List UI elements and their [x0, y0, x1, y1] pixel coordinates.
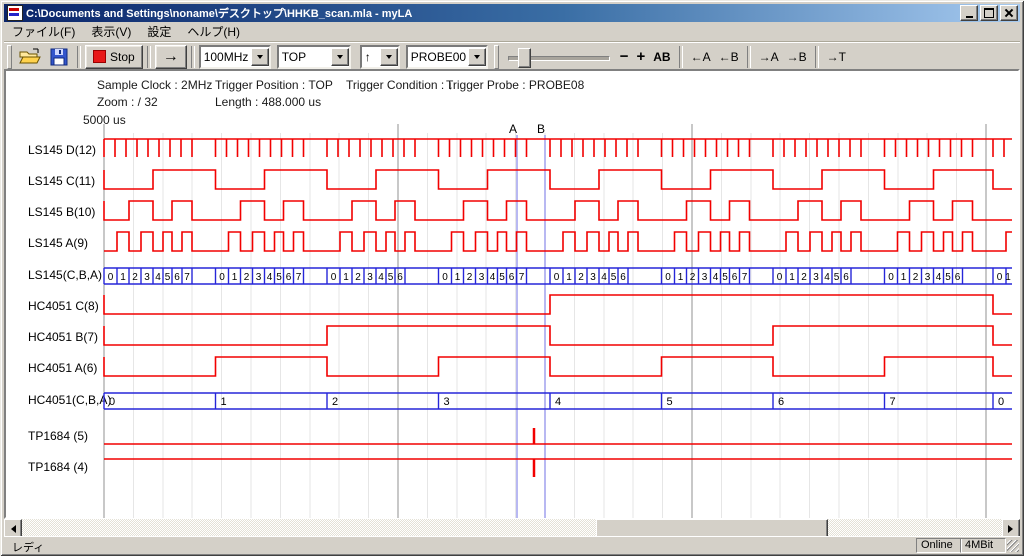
toolbar-separator	[747, 46, 751, 68]
combo-dropdown-button[interactable]	[380, 48, 398, 66]
status-online-badge: Online	[916, 538, 962, 553]
menu-file[interactable]: ファイル(F)	[4, 21, 83, 42]
combo-dropdown-button[interactable]	[331, 48, 349, 66]
zoom-slider-thumb[interactable]	[518, 48, 531, 68]
toolbar-separator	[147, 46, 151, 68]
toolbar-grip[interactable]	[494, 45, 499, 69]
resize-grip[interactable]	[1007, 540, 1019, 552]
trigger-probe-combo[interactable]: PROBE00	[406, 45, 488, 69]
sample-clock-value: 100MHz	[201, 50, 251, 64]
minimize-icon	[966, 16, 973, 18]
open-file-button[interactable]	[15, 46, 45, 68]
zoom-out-button[interactable]: −	[616, 46, 633, 68]
channel-label-ls145-c: LS145 C(11)	[28, 174, 95, 188]
status-memory-badge: 4MBit	[960, 538, 1006, 553]
close-button[interactable]	[1000, 5, 1018, 21]
title-bar[interactable]: C:\Documents and Settings\noname\デスクトップ\…	[4, 4, 1020, 22]
goto-cursor-a-button[interactable]: ←A	[687, 46, 715, 68]
trigger-position-info: Trigger Position : TOP	[215, 78, 333, 92]
chevron-down-icon	[257, 55, 263, 62]
goto-trigger-button[interactable]: →T	[823, 46, 850, 68]
trigger-position-value: TOP	[279, 50, 331, 64]
arrow-right-icon	[1008, 525, 1017, 533]
toolbar-grip[interactable]	[7, 45, 12, 69]
combo-dropdown-button[interactable]	[251, 48, 269, 66]
menu-view[interactable]: 表示(V)	[83, 21, 139, 42]
stop-icon	[93, 50, 106, 63]
trigger-probe-info: Trigger Probe : PROBE08	[446, 78, 584, 92]
window-title: C:\Documents and Settings\noname\デスクトップ\…	[26, 5, 956, 21]
channel-label-hc4051-c: HC4051 C(8)	[28, 299, 99, 313]
trigger-edge-combo[interactable]: ↑	[360, 45, 400, 69]
zoom-in-button[interactable]: +	[632, 46, 649, 68]
set-cursor-b-button[interactable]: →B	[783, 46, 811, 68]
combo-dropdown-button[interactable]	[468, 48, 486, 66]
zoom-info: Zoom : / 32	[97, 95, 158, 109]
toolbar-separator	[77, 46, 81, 68]
channel-label-tp1684-5: TP1684 (5)	[28, 429, 88, 443]
channel-label-ls145-bus: LS145(C,B,A)	[28, 268, 102, 282]
channel-label-ls145-d: LS145 D(12)	[28, 143, 96, 157]
close-icon	[1005, 9, 1013, 17]
trigger-position-combo[interactable]: TOP	[277, 45, 351, 69]
menu-bar: ファイル(F) 表示(V) 設定 ヘルプ(H)	[4, 22, 1020, 42]
chevron-down-icon	[474, 55, 480, 62]
maximize-button[interactable]	[980, 5, 998, 21]
channel-label-ls145-a: LS145 A(9)	[28, 236, 88, 250]
trigger-probe-value: PROBE00	[408, 50, 468, 64]
channel-label-hc4051-bus: HC4051(C,B,A)	[28, 393, 111, 407]
stop-button[interactable]: Stop	[85, 45, 143, 69]
application-window: C:\Documents and Settings\noname\デスクトップ\…	[0, 0, 1024, 556]
menu-help[interactable]: ヘルプ(H)	[179, 21, 248, 42]
toolbar-separator	[815, 46, 819, 68]
time-per-div-label: 5000 us	[83, 113, 126, 127]
run-button[interactable]: →	[155, 45, 187, 69]
sample-clock-info: Sample Clock : 2MHz	[97, 78, 212, 92]
minimize-button[interactable]	[960, 5, 978, 21]
chevron-down-icon	[386, 55, 392, 62]
horizontal-scrollbar[interactable]	[4, 519, 1020, 536]
trigger-edge-value: ↑	[362, 50, 380, 64]
maximize-icon	[984, 8, 994, 18]
channel-label-ls145-b: LS145 B(10)	[28, 205, 95, 219]
status-bar: レディ Online 4MBit	[4, 536, 1020, 553]
arrow-left-icon	[7, 525, 16, 533]
menu-settings[interactable]: 設定	[139, 21, 179, 42]
open-folder-icon	[19, 48, 41, 66]
zoom-slider[interactable]	[508, 46, 610, 68]
window-frame: C:\Documents and Settings\noname\デスクトップ\…	[0, 0, 1024, 556]
chevron-down-icon	[337, 55, 343, 62]
toolbar: Stop → 100MHz TOP ↑ PROBE00	[4, 42, 1020, 70]
set-cursor-a-button[interactable]: →A	[755, 46, 783, 68]
client-area	[4, 69, 1020, 519]
toolbar-separator	[191, 46, 195, 68]
length-info: Length : 488.000 us	[215, 95, 321, 109]
channel-label-tp1684-4: TP1684 (4)	[28, 460, 88, 474]
toolbar-separator	[679, 46, 683, 68]
stop-label: Stop	[110, 50, 135, 64]
floppy-disk-icon	[49, 48, 69, 66]
save-file-button[interactable]	[45, 46, 73, 68]
status-ready-text: レディ	[12, 539, 44, 555]
trigger-condition-info: Trigger Condition : ↓	[346, 78, 454, 92]
app-icon	[7, 5, 23, 21]
sample-clock-combo[interactable]: 100MHz	[199, 45, 271, 69]
channel-label-hc4051-b: HC4051 B(7)	[28, 330, 98, 344]
run-arrow-icon: →	[163, 49, 179, 65]
channel-label-hc4051-a: HC4051 A(6)	[28, 361, 97, 375]
goto-cursor-b-button[interactable]: ←B	[715, 46, 743, 68]
zoom-ab-button[interactable]: AB	[649, 46, 674, 68]
